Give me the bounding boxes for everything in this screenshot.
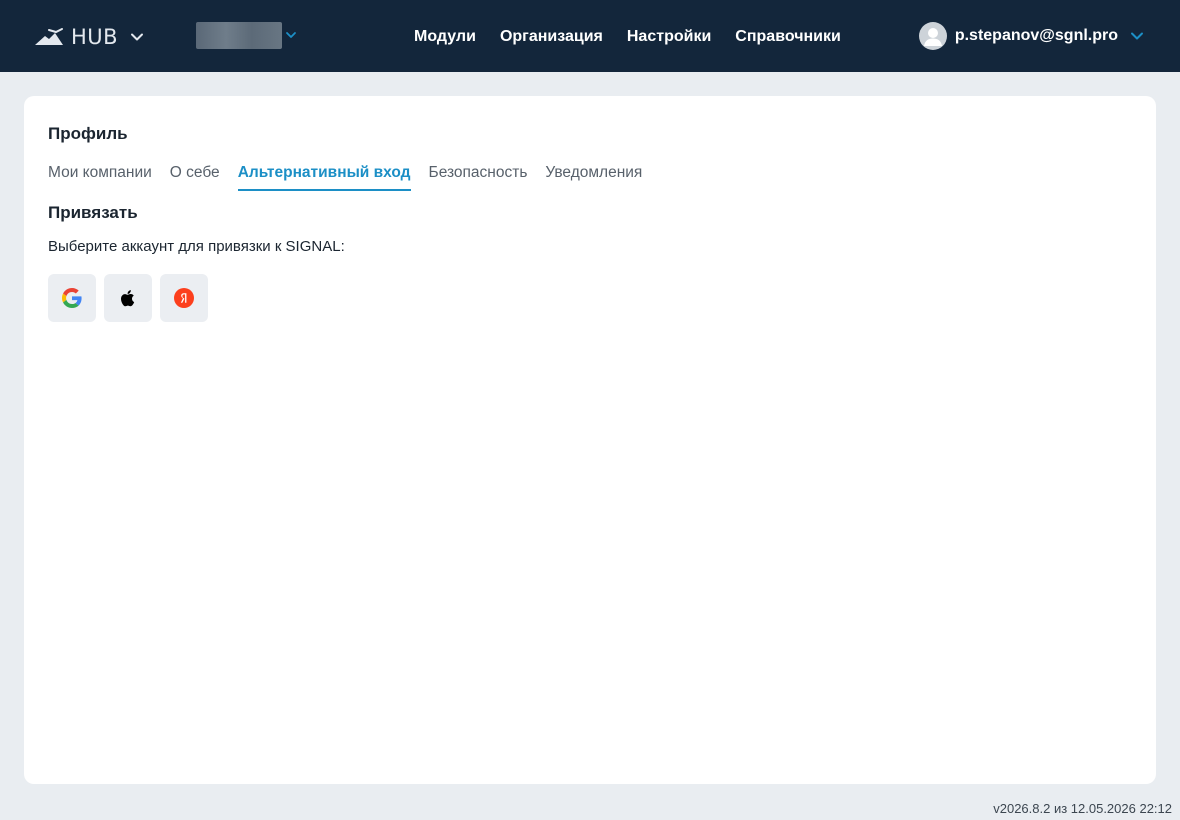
- tab-alternative-login[interactable]: Альтернативный вход: [237, 163, 411, 191]
- main-nav: Модули Организация Настройки Справочники: [402, 24, 853, 50]
- hub-logo-icon: [35, 28, 63, 45]
- link-google-button[interactable]: [48, 274, 96, 322]
- top-bar: HUB Модули Организация Настройки Справоч…: [0, 0, 1180, 72]
- nav-item-modules[interactable]: Модули: [414, 24, 476, 50]
- nav-item-directories[interactable]: Справочники: [735, 24, 841, 50]
- tab-my-companies[interactable]: Мои компании: [48, 163, 152, 191]
- hub-logo-menu[interactable]: HUB: [34, 24, 144, 50]
- organization-name-blurred: [196, 21, 282, 49]
- link-yandex-button[interactable]: [160, 274, 208, 322]
- chevron-down-icon: [286, 32, 296, 38]
- chevron-down-icon: [1131, 32, 1143, 40]
- provider-buttons: [48, 274, 216, 322]
- app-version: v2026.8.2 из 12.05.2026 22:12: [993, 801, 1172, 816]
- chevron-down-icon: [131, 33, 144, 41]
- user-icon: [923, 28, 942, 46]
- user-email: p.stepanov@sgnl.pro: [954, 27, 1118, 44]
- tab-notifications[interactable]: Уведомления: [545, 163, 642, 191]
- tab-about-me[interactable]: О себе: [170, 163, 220, 191]
- google-icon: [62, 288, 82, 308]
- apple-icon: [121, 290, 135, 307]
- logo-text: HUB: [71, 25, 119, 49]
- avatar: [918, 22, 947, 50]
- section-title: Привязать: [48, 203, 138, 222]
- organization-select[interactable]: [196, 21, 297, 49]
- user-menu[interactable]: p.stepanov@sgnl.pro: [918, 22, 1144, 50]
- profile-tabs: Мои компании О себе Альтернативный вход …: [48, 163, 660, 191]
- yandex-icon: [174, 288, 194, 308]
- tab-security[interactable]: Безопасность: [429, 163, 528, 191]
- profile-card: Профиль Мои компании О себе Альтернативн…: [24, 96, 1156, 784]
- page-title: Профиль: [48, 124, 128, 143]
- link-apple-button[interactable]: [104, 274, 152, 322]
- nav-item-settings[interactable]: Настройки: [627, 24, 711, 50]
- nav-item-organization[interactable]: Организация: [500, 24, 603, 50]
- section-description: Выберите аккаунт для привязки к SIGNAL:: [48, 238, 345, 255]
